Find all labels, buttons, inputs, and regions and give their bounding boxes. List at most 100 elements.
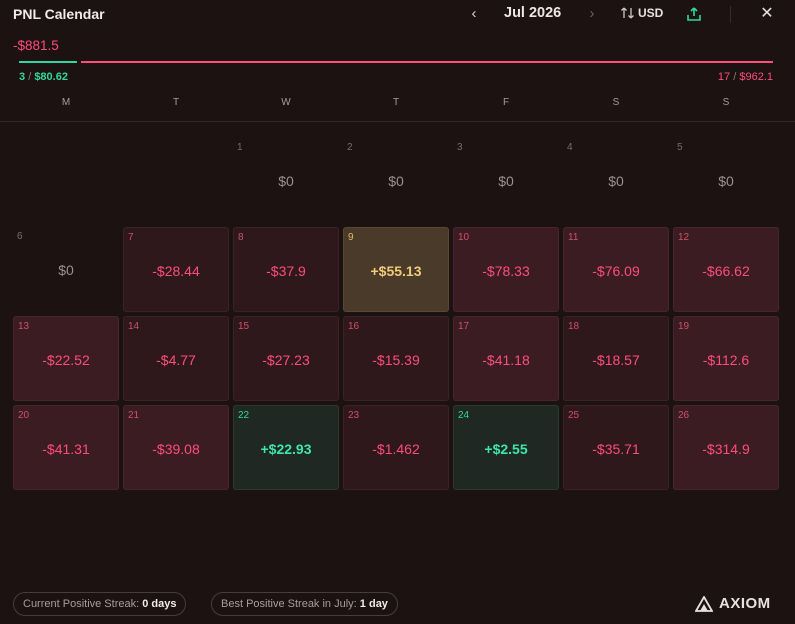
axiom-logo-icon [695,595,713,612]
day-pnl-value: -$314.9 [702,441,750,457]
losses-separator: / [733,71,737,83]
best-streak-badge: Best Positive Streak in July: 1 day [211,592,398,616]
day-number: 25 [568,410,580,421]
weekday-header: S [722,97,730,108]
day-pnl-value: -$35.71 [592,441,640,457]
calendar-day-cell[interactable]: 7 -$28.44 [123,227,229,312]
calendar-day-cell[interactable]: 20 -$41.31 [13,405,119,490]
best-streak-value: 1 day [359,598,388,610]
next-month-button[interactable]: › [584,5,600,23]
currency-toggle[interactable]: USD [621,6,663,20]
close-button[interactable]: ✕ [759,5,775,23]
day-pnl-value: -$37.9 [266,263,306,279]
day-number: 9 [348,232,354,243]
header-bar: PNL Calendar ‹ Jul 2026 › USD ✕ [0,0,795,30]
calendar-day-cell[interactable]: 23 -$1.462 [343,405,449,490]
weekday-header: T [392,97,400,108]
calendar-day-cell[interactable]: 22 +$22.93 [233,405,339,490]
day-number: 21 [128,410,140,421]
brand-logo: AXIOM [695,595,771,612]
day-number: 19 [678,321,690,332]
calendar-day-cell[interactable]: 15 -$27.23 [233,316,339,401]
calendar-day-cell[interactable]: 10 -$78.33 [453,227,559,312]
calendar-day-cell[interactable]: 26 -$314.9 [673,405,779,490]
calendar-day-cell[interactable]: 11 -$76.09 [563,227,669,312]
day-pnl-value: +$2.55 [484,441,528,457]
current-streak-value: 0 days [142,598,177,610]
calendar-day-cell[interactable]: 3 $0 [453,138,559,223]
calendar-day-cell[interactable]: 16 -$15.39 [343,316,449,401]
calendar-day-cell[interactable]: 12 -$66.62 [673,227,779,312]
header-divider [730,6,731,23]
wins-amount: $80.62 [34,71,68,83]
day-pnl-value: -$4.77 [156,352,196,368]
day-pnl-value: -$112.6 [702,352,750,368]
month-label: Jul 2026 [504,5,562,21]
swap-vertical-icon [621,7,634,19]
chevron-left-icon: ‹ [471,5,477,22]
calendar-day-cell[interactable]: 19 -$112.6 [673,316,779,401]
day-number: 10 [458,232,470,243]
day-number: 18 [568,321,580,332]
day-pnl-value: -$78.33 [482,263,530,279]
day-pnl-value: -$28.44 [152,263,200,279]
day-number: 17 [458,321,470,332]
calendar-day-cell[interactable]: 24 +$2.55 [453,405,559,490]
day-pnl-value: -$41.31 [42,441,90,457]
day-number: 20 [18,410,30,421]
losses-bar [81,61,773,63]
calendar-day-cell[interactable]: 2 $0 [343,138,449,223]
day-number: 26 [678,410,690,421]
losses-amount: $962.1 [739,71,773,83]
day-number: 12 [678,232,690,243]
calendar-day-cell[interactable]: 6 $0 [13,227,119,312]
calendar-day-cell[interactable]: 17 -$41.18 [453,316,559,401]
day-pnl-value: -$18.57 [592,352,640,368]
best-streak-label: Best Positive Streak in July: [221,598,357,610]
day-pnl-value: +$55.13 [370,263,422,279]
day-number: 8 [238,232,244,243]
day-number: 6 [17,231,23,242]
calendar-day-cell[interactable]: 1 $0 [233,138,339,223]
day-number: 5 [677,142,683,153]
day-number: 3 [457,142,463,153]
calendar-day-cell[interactable]: 9 +$55.13 [343,227,449,312]
day-pnl-value: -$41.18 [482,352,530,368]
day-number: 1 [237,142,243,153]
chevron-right-icon: › [589,5,595,22]
day-number: 4 [567,142,573,153]
day-number: 2 [347,142,353,153]
weekday-header: W [281,97,291,108]
currency-label: USD [638,6,664,20]
total-pnl: -$881.5 [13,38,59,53]
day-pnl-value: -$1.462 [372,441,420,457]
calendar-day-cell[interactable]: 25 -$35.71 [563,405,669,490]
day-number: 23 [348,410,360,421]
day-number: 16 [348,321,360,332]
weekday-header: F [502,97,510,108]
calendar-day-cell[interactable]: 21 -$39.08 [123,405,229,490]
wins-bar [19,61,77,63]
calendar-day-cell[interactable]: 18 -$18.57 [563,316,669,401]
wins-summary: 3 / $80.62 [19,71,68,83]
day-pnl-value: $0 [498,173,514,189]
prev-month-button[interactable]: ‹ [466,5,482,23]
page-title: PNL Calendar [13,6,105,22]
day-pnl-value: -$15.39 [372,352,420,368]
calendar-day-cell[interactable]: 13 -$22.52 [13,316,119,401]
calendar-day-cell[interactable]: 8 -$37.9 [233,227,339,312]
day-number: 24 [458,410,470,421]
day-number: 7 [128,232,134,243]
day-pnl-value: -$76.09 [592,263,640,279]
wins-count: 3 [19,71,26,83]
calendar-day-cell[interactable]: 4 $0 [563,138,669,223]
weekday-header: T [172,97,180,108]
weekday-divider [0,121,795,122]
day-number: 22 [238,410,250,421]
day-pnl-value: $0 [608,173,624,189]
calendar-day-cell[interactable]: 14 -$4.77 [123,316,229,401]
share-button[interactable] [686,6,702,22]
day-pnl-value: -$22.52 [42,352,90,368]
current-streak-badge: Current Positive Streak: 0 days [13,592,187,616]
calendar-day-cell[interactable]: 5 $0 [673,138,779,223]
